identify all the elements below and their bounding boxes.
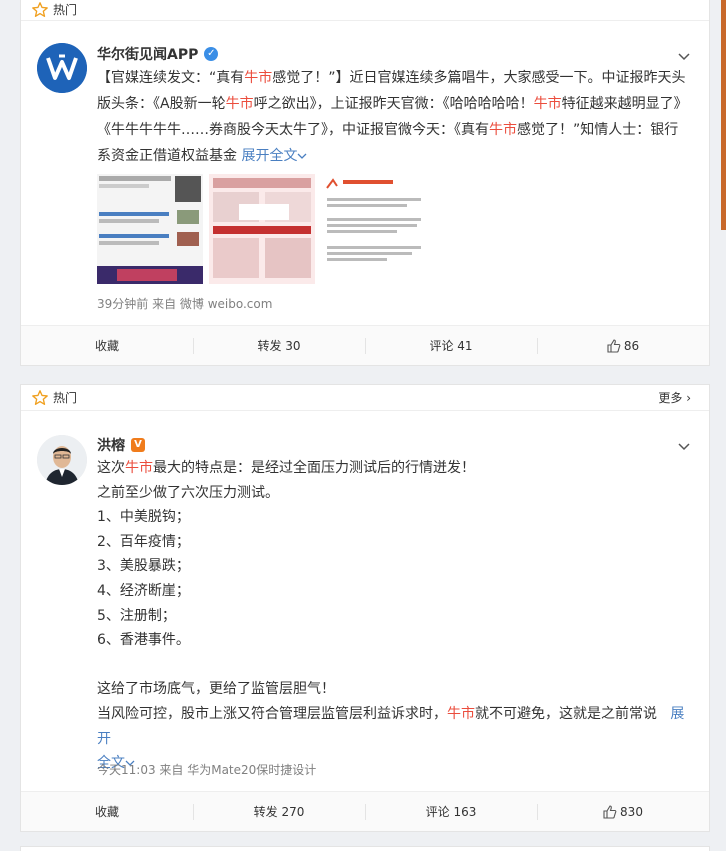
thumbnail-image[interactable] [321,174,427,284]
avatar[interactable] [37,43,87,93]
post-card: 热门 更多 › 洪榕 V 这次牛市最大的特点是：是经过全面压力测试后的行情迸发！… [20,384,710,832]
chevron-right-icon: › [686,391,691,405]
like-button[interactable]: 86 [537,326,709,365]
verified-badge-icon: V [131,438,145,452]
more-link[interactable]: 更多 › [658,389,691,406]
hot-label: 热门 [53,391,78,405]
hot-label: 热门 [53,3,78,17]
post-meta: 39分钟前 来自 微博 weibo.com [97,297,273,311]
comment-button[interactable]: 评论 163 [365,792,537,831]
repost-button[interactable]: 转发 30 [193,326,365,365]
chevron-down-icon[interactable] [677,439,691,453]
avatar[interactable] [37,435,87,485]
chevron-down-icon[interactable] [297,152,307,160]
hot-header: 热门 [21,0,709,21]
thumbs-up-icon [603,804,617,819]
collect-button[interactable]: 收藏 [21,326,193,365]
expand-link[interactable]: 展开全文 [241,148,297,164]
comment-button[interactable]: 评论 41 [365,326,537,365]
chevron-down-icon[interactable] [677,49,691,63]
hot-header: 热门 更多 › [21,385,709,411]
username[interactable]: 洪榕 [97,435,125,455]
post-card: 热门 华尔街见闻APP ✓ 【官媒连续发文：“真有牛市感觉了！”】近日官媒连续多… [20,0,710,366]
username[interactable]: 华尔街见闻APP [97,44,198,64]
action-bar: 收藏 转发 270 评论 163 830 [21,791,709,831]
thumbs-up-icon [607,338,621,353]
thumbnail-image[interactable] [209,174,315,284]
post-meta: 今天11:03 来自 华为Mate20保时捷设计 [97,763,317,777]
post-text: 【官媒连续发文：“真有牛市感觉了！”】近日官媒连续多篇唱牛，大家感受一下。中证报… [97,70,688,164]
thumbnail-image[interactable] [97,174,203,284]
like-button[interactable]: 830 [537,792,709,831]
collect-button[interactable]: 收藏 [21,792,193,831]
repost-button[interactable]: 转发 270 [193,792,365,831]
next-post-card [20,846,710,851]
verified-badge-icon: ✓ [204,47,219,61]
action-bar: 收藏 转发 30 评论 41 86 [21,325,709,365]
star-icon [32,389,48,405]
post-text: 这次牛市最大的特点是：是经过全面压力测试后的行情迸发！ 之前至少做了六次压力测试… [97,460,685,772]
image-thumbnails [97,174,427,284]
right-edge-image-strip [721,0,726,230]
star-icon [32,1,48,17]
